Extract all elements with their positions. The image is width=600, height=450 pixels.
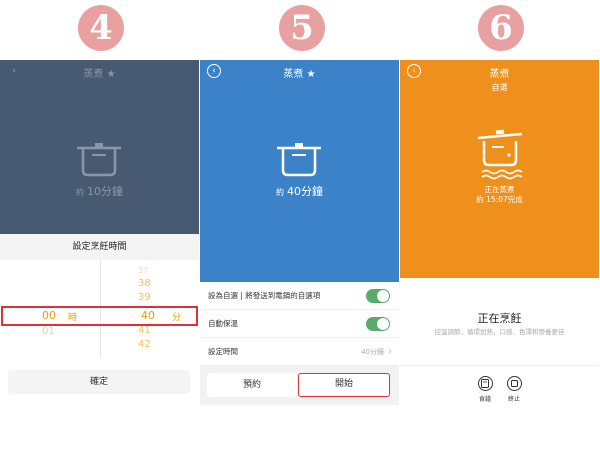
- row-set-time[interactable]: 設定時間 40分鐘 ›: [200, 338, 399, 366]
- pot-icon: [277, 143, 321, 177]
- screen-set-time: ‹ 蒸煮 ★ 約 10分鐘 設定烹飪時間 37 38 39 41 42 01 00…: [0, 60, 199, 405]
- cooking-title: 正在烹飪: [477, 312, 522, 325]
- set-time-value: 40分鐘: [361, 348, 384, 356]
- minute-selected[interactable]: 40: [141, 309, 155, 322]
- cooking-description: 控溫調節，循環加熱，口感、色澤和營養更佳: [434, 328, 565, 336]
- confirm-button[interactable]: 確定: [8, 370, 190, 394]
- control-bar: 食譜 終止: [400, 365, 599, 405]
- page-title: 蒸煮 ★: [283, 69, 316, 80]
- row-set-favorite: 設為自選 | 將發送到電鍋的自選項: [200, 282, 399, 310]
- header: ‹ 蒸煮 ★ 約 10分鐘: [0, 60, 199, 235]
- keep-warm-toggle[interactable]: [366, 317, 390, 331]
- estimated-time: 約 10分鐘: [76, 185, 123, 198]
- estimated-time: 約 40分鐘: [276, 185, 323, 198]
- recipe-icon: [481, 379, 489, 388]
- page-subtitle: 自選: [491, 83, 508, 92]
- hour-option[interactable]: 01: [42, 326, 55, 337]
- sheet-title: 設定烹飪時間: [0, 234, 199, 260]
- step-badge-4: 4: [78, 5, 124, 51]
- favorite-toggle[interactable]: [366, 289, 390, 303]
- stop-button[interactable]: 終止: [499, 376, 529, 403]
- hour-unit: 時: [68, 313, 78, 323]
- step-badge-6: 6: [478, 5, 524, 51]
- header: ‹ 蒸煮 自選 正在蒸煮 約 15:07完成: [400, 60, 599, 278]
- page-title: 蒸煮: [489, 69, 510, 80]
- estimated-finish: 約 15:07完成: [476, 195, 523, 204]
- screen-steam-settings: ‹ 蒸煮 ★ 約 40分鐘 設為自選 | 將發送到電鍋的自選項 自動保溫 設定時間…: [200, 60, 399, 405]
- hour-selected[interactable]: 00: [42, 309, 56, 322]
- minute-option[interactable]: 42: [138, 339, 151, 350]
- header: ‹ 蒸煮 ★ 約 40分鐘: [200, 60, 399, 282]
- chevron-right-icon: ›: [388, 347, 392, 357]
- minute-unit: 分: [172, 313, 182, 323]
- minute-option[interactable]: 37: [138, 266, 148, 275]
- steaming-pot-icon: [477, 129, 523, 180]
- pot-icon: [77, 143, 121, 177]
- row-auto-keep-warm: 自動保溫: [200, 310, 399, 338]
- minute-option[interactable]: 41: [138, 325, 151, 336]
- reserve-button[interactable]: 預約: [207, 373, 297, 397]
- recipe-button[interactable]: 食譜: [470, 376, 500, 403]
- stop-icon: [510, 380, 518, 387]
- minute-option[interactable]: 39: [138, 292, 151, 303]
- start-button[interactable]: 開始: [298, 373, 390, 397]
- page-title: 蒸煮 ★: [83, 69, 116, 80]
- minute-option[interactable]: 38: [138, 278, 151, 289]
- step-badge-5: 5: [279, 5, 325, 51]
- picker-selection-highlight: [1, 306, 198, 326]
- screen-cooking: ‹ 蒸煮 自選 正在蒸煮 約 15:07完成 正在烹飪 控溫調節，循環加熱，口感…: [400, 60, 599, 405]
